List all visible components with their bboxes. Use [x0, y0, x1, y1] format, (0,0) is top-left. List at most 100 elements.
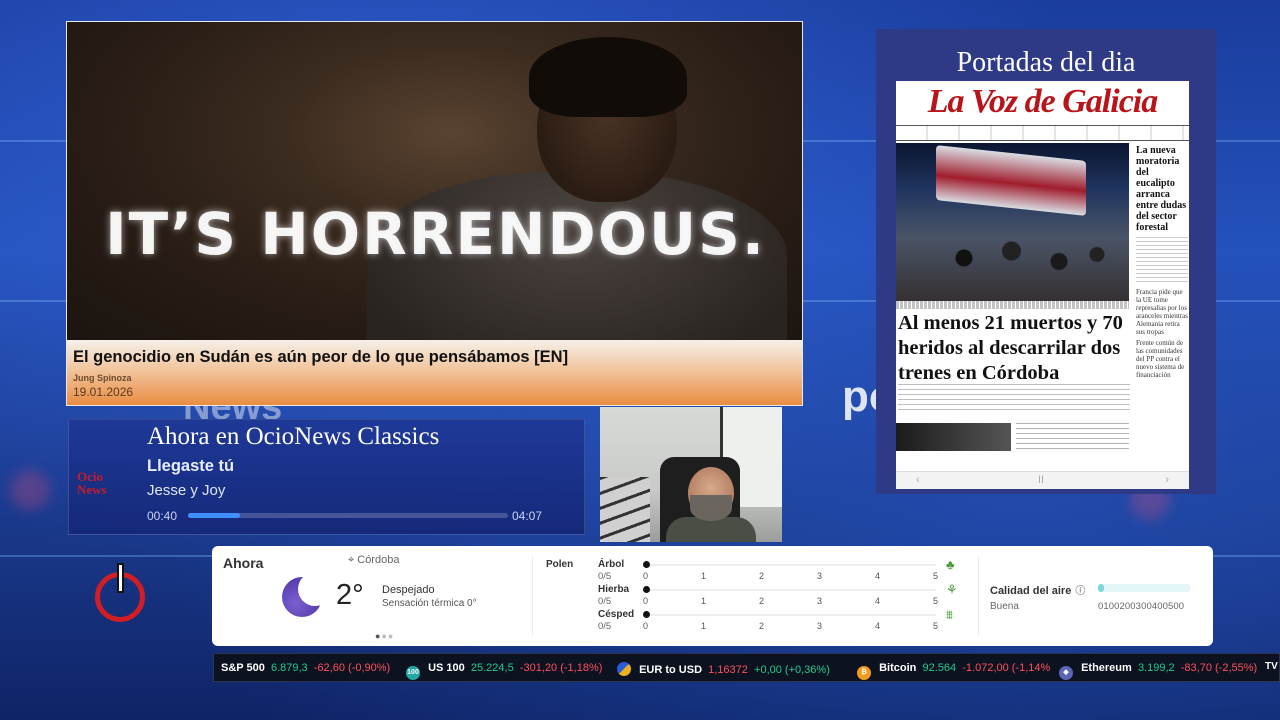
- info-icon[interactable]: ⓘ: [1075, 586, 1085, 597]
- pollen-scale-tick: 1: [701, 571, 707, 581]
- time-total: 04:07: [512, 509, 543, 523]
- webcam-feed: [600, 407, 782, 542]
- weather-condition: Despejado: [382, 584, 435, 596]
- pollen-value: 0/5: [598, 596, 612, 607]
- newspaper-bottom-photo: [896, 423, 1011, 451]
- air-quality-value: Buena: [990, 601, 1019, 612]
- pollen-level-dot: [643, 561, 650, 568]
- now-playing-panel: Ocio News Ahora en OcioNews Classics Lle…: [68, 419, 585, 535]
- pollen-scale-tick: 3: [817, 621, 823, 631]
- video-author: Jung Spinoza: [73, 373, 132, 383]
- prev-arrow-icon[interactable]: ‹: [916, 474, 920, 486]
- newspaper-info-strip: [896, 125, 1189, 141]
- pause-icon[interactable]: II: [1038, 474, 1044, 486]
- crowd-image: [926, 223, 1116, 293]
- page-dot[interactable]: ●: [388, 631, 394, 641]
- ticker-price: 3.199,2: [1137, 662, 1175, 674]
- ticker-change: -83,70 (-2,55%): [1180, 662, 1258, 674]
- pollen-scale-tick: 2: [759, 596, 765, 606]
- ticker-change: +0,00 (+0,36%): [754, 664, 830, 676]
- air-quality-title: Calidad del aire: [990, 585, 1072, 597]
- ticker-price: 25.224,5: [470, 662, 514, 674]
- song-progress-fill: [188, 513, 241, 518]
- divider: [532, 556, 533, 636]
- ticker-item-sp500: S&P 500 6.879,3 -62,60 (-0,90%): [221, 662, 390, 674]
- time-elapsed: 00:40: [147, 509, 178, 523]
- moon-icon-cut: [298, 572, 332, 606]
- pollen-scale-tick: 0: [643, 571, 649, 581]
- video-overlay-text: IT’S HORRENDOUS.: [105, 200, 766, 268]
- power-icon-line: [119, 565, 122, 591]
- pollen-scale-tick: 4: [875, 621, 881, 631]
- newspaper-side-column: La nueva moratoria del eucalipto arranca…: [1136, 145, 1188, 379]
- webcam-background-stairs: [600, 477, 650, 542]
- song-artist: Jesse y Joy: [147, 482, 226, 499]
- air-quality-fill: [1098, 584, 1104, 592]
- pollen-track: [646, 589, 936, 591]
- train-image: [936, 145, 1086, 216]
- now-playing-heading: Ahora en OcioNews Classics: [147, 423, 440, 450]
- air-quality-bar: [1098, 584, 1191, 592]
- song-title: Llegaste tú: [147, 457, 235, 475]
- pollen-scale-tick: 2: [759, 621, 765, 631]
- pollen-scale-tick: 1: [701, 596, 707, 606]
- weather-location: ⌖ Córdoba: [348, 554, 399, 567]
- ticker-name: US 100: [428, 662, 465, 674]
- side-headline: Frente común de las comunidades del PP c…: [1136, 339, 1185, 379]
- temperature: 2°: [336, 579, 364, 611]
- pollen-value: 0/5: [598, 571, 612, 582]
- page-indicator[interactable]: ●●●: [375, 631, 394, 641]
- grass-icon: ⚘: [946, 582, 958, 597]
- air-quality-scale: 0100200300400500: [1098, 601, 1185, 612]
- currency-flags-icon: [617, 662, 631, 676]
- pollen-track: [646, 564, 936, 566]
- pollen-scale-tick: 4: [875, 596, 881, 606]
- weather-widget: Ahora ⌖ Córdoba 2° Despejado Sensación t…: [212, 546, 1213, 646]
- video-title: El genocidio en Sudán es aún peor de lo …: [73, 348, 569, 366]
- tradingview-icon: TV: [1265, 661, 1278, 672]
- radio-logo: Ocio News: [77, 470, 137, 510]
- power-icon[interactable]: [95, 565, 145, 622]
- lawn-icon: ⩩: [946, 607, 953, 622]
- pollen-row-lawn: Césped 0/5 0 1 2 3 4 5 ⩩: [598, 607, 953, 633]
- air-quality-label: Calidad del aire ⓘ: [990, 582, 1085, 597]
- ticker-name: EUR to USD: [639, 664, 703, 676]
- cover-navigation: ‹ II ›: [896, 471, 1189, 489]
- pollen-scale-tick: 0: [643, 596, 649, 606]
- pollen-scale-tick: 3: [817, 596, 823, 606]
- ticker-item-ethereum: ◆ Ethereum 3.199,2 -83,70 (-2,55%): [1059, 662, 1257, 680]
- next-arrow-icon[interactable]: ›: [1165, 474, 1169, 486]
- pollen-level-dot: [643, 586, 650, 593]
- side-headline: Francia pide que la UE tome represalias …: [1136, 288, 1188, 336]
- pollen-scale-tick: 5: [933, 621, 939, 631]
- video-frame[interactable]: IT’S HORRENDOUS.: [67, 22, 802, 362]
- pollen-track: [646, 614, 936, 616]
- ticker-name: S&P 500: [221, 662, 265, 674]
- ticker-item-us100: 100 US 100 25.224,5 -301,20 (-1,18%): [406, 662, 602, 680]
- ethereum-icon: ◆: [1059, 666, 1073, 680]
- bitcoin-icon: ₿: [857, 666, 871, 680]
- ticker-item-bitcoin: ₿ Bitcoin 92.564 -1.072,00 (-1,14%: [857, 662, 1050, 680]
- pollen-row-tree: Árbol 0/5 0 1 2 3 4 5 ♣: [598, 557, 955, 583]
- video-panel[interactable]: IT’S HORRENDOUS. El genocidio en Sudán e…: [66, 21, 803, 406]
- pollen-value: 0/5: [598, 621, 612, 632]
- pollen-scale-tick: 5: [933, 571, 939, 581]
- radio-logo-line: News: [77, 482, 107, 497]
- newspaper-cover[interactable]: La Voz de Galicia La nueva moratoria del…: [896, 81, 1189, 489]
- song-progress-bar: [188, 513, 508, 518]
- tradingview-logo: TV: [1265, 660, 1278, 672]
- pollen-scale-tick: 3: [817, 571, 823, 581]
- photo-caption: [896, 301, 1129, 309]
- portadas-title: Portadas del dia: [956, 47, 1136, 78]
- background-bokeh: [10, 470, 50, 510]
- ticker-change: -301,20 (-1,18%): [519, 662, 603, 674]
- ticker-item-eurusd: EUR to USD 1,16372 +0,00 (+0,36%): [617, 662, 830, 676]
- pollen-label: Polen: [546, 559, 574, 570]
- newspaper-bottom-text: [1016, 423, 1129, 451]
- portadas-panel: Portadas del dia La Voz de Galicia La nu…: [876, 29, 1216, 494]
- newspaper-masthead: La Voz de Galicia: [927, 83, 1158, 120]
- pollen-scale-tick: 0: [643, 621, 649, 631]
- side-headline: La nueva moratoria del eucalipto arranca…: [1136, 145, 1187, 233]
- ticker-price: 1,16372: [708, 664, 748, 676]
- pollen-scale-tick: 1: [701, 621, 707, 631]
